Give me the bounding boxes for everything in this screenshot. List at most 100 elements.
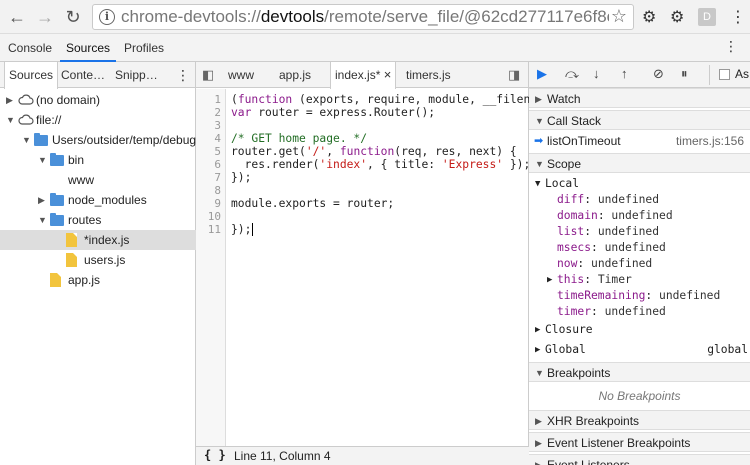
code-line-2: var router = express.Router(); bbox=[231, 106, 436, 119]
line-number[interactable]: 5 bbox=[214, 145, 221, 158]
scope-variable[interactable]: ▶ this: Timer bbox=[529, 272, 750, 288]
scope-section-header[interactable]: ▼ Scope bbox=[529, 153, 750, 173]
tree-item[interactable]: users.js bbox=[0, 250, 196, 270]
variable-value: undefined bbox=[604, 305, 666, 318]
reload-icon[interactable]: ↻ bbox=[62, 6, 84, 28]
pause-on-exceptions-icon[interactable]: ⏸ bbox=[681, 66, 688, 82]
async-checkbox[interactable] bbox=[719, 69, 730, 80]
resume-icon[interactable]: ▶︎ bbox=[537, 66, 547, 82]
scope-global[interactable]: ▶ Global global bbox=[529, 342, 750, 358]
scope-variable[interactable]: timer: undefined bbox=[529, 304, 750, 320]
line-number[interactable]: 3 bbox=[214, 119, 221, 132]
line-number[interactable]: 4 bbox=[214, 132, 221, 145]
breakpoints-section-header[interactable]: ▼ Breakpoints bbox=[529, 362, 750, 382]
editor-tab-timers-js[interactable]: timers.js bbox=[406, 62, 451, 88]
scope-local[interactable]: ▼ Local bbox=[529, 176, 750, 192]
variable-value: undefined bbox=[591, 257, 653, 270]
callstack-frame[interactable]: ➡ listOnTimeout timers.js:156 bbox=[529, 133, 750, 149]
tree-item-label: node_modules bbox=[68, 193, 147, 207]
toggle-debugger-icon[interactable]: ◨ bbox=[508, 62, 520, 88]
expanded-triangle-icon[interactable]: ▼ bbox=[38, 150, 47, 170]
line-gutter[interactable]: 1 2 3 4 5 6 7 8 9 10 11 bbox=[196, 89, 226, 446]
tree-item-label: (no domain) bbox=[36, 93, 101, 107]
tree-item[interactable]: ▼ routes bbox=[0, 210, 196, 230]
collapsed-triangle-icon[interactable]: ▶ bbox=[6, 90, 13, 110]
tree-item[interactable]: ▼ file:// bbox=[0, 110, 196, 130]
no-breakpoints-text: No Breakpoints bbox=[598, 389, 681, 403]
xhr-breakpoints-header[interactable]: ▶ XHR Breakpoints bbox=[529, 410, 750, 430]
toggle-navigator-icon[interactable]: ◧ bbox=[202, 62, 214, 88]
frame-name: listOnTimeout bbox=[547, 134, 621, 148]
event-listeners-header[interactable]: ▶ Event Listeners bbox=[529, 454, 750, 465]
tab-console[interactable]: Console bbox=[8, 34, 52, 62]
collapsed-triangle-icon[interactable]: ▶ bbox=[38, 190, 45, 210]
close-tab-icon[interactable]: × bbox=[384, 67, 392, 82]
info-icon[interactable]: i bbox=[99, 9, 115, 25]
frame-location[interactable]: timers.js:156 bbox=[676, 133, 744, 149]
nav-menu-icon[interactable]: ⋮ bbox=[176, 62, 190, 88]
tree-item[interactable]: ▼ Users/outsider/temp/debug bbox=[0, 130, 196, 150]
extension-gear-icon[interactable]: ⚙ bbox=[642, 7, 656, 27]
back-arrow-icon[interactable]: ← bbox=[6, 6, 28, 28]
collapsed-triangle-icon[interactable]: ▶ bbox=[547, 272, 552, 288]
pretty-print-button[interactable]: { } bbox=[204, 448, 226, 462]
tab-profiles[interactable]: Profiles bbox=[124, 34, 164, 62]
devtools-menu-icon[interactable]: ⋮ bbox=[724, 38, 738, 55]
code-area[interactable]: (function (exports, require, module, __f… bbox=[231, 89, 529, 446]
code-line-6: res.render('index', { title: 'Express' }… bbox=[231, 158, 529, 171]
event-listener-breakpoints-header[interactable]: ▶ Event Listener Breakpoints bbox=[529, 432, 750, 452]
nav-tab-content-scripts[interactable]: Conte… bbox=[61, 62, 105, 88]
url-text[interactable]: chrome-devtools://devtools/remote/serve_… bbox=[121, 7, 609, 27]
deactivate-breakpoints-icon[interactable]: ⊘ bbox=[653, 66, 664, 82]
tree-item-label: Users/outsider/temp/debug bbox=[52, 133, 197, 147]
expanded-triangle-icon[interactable]: ▼ bbox=[38, 210, 47, 230]
line-number[interactable]: 1 bbox=[214, 93, 221, 106]
tree-item[interactable]: app.js bbox=[0, 270, 196, 290]
editor-tabbar: ◧ www app.js index.js* × timers.js ◨ bbox=[196, 62, 528, 89]
extension-circle-icon[interactable]: ⚙ bbox=[670, 7, 684, 27]
tree-item[interactable]: www bbox=[0, 170, 196, 190]
cloud-icon bbox=[18, 114, 34, 125]
line-number[interactable]: 8 bbox=[214, 184, 221, 197]
nav-tab-snippets[interactable]: Snipp… bbox=[115, 62, 158, 88]
profile-avatar[interactable]: D bbox=[698, 8, 716, 26]
callstack-section-header[interactable]: ▼ Call Stack bbox=[529, 110, 750, 130]
line-number[interactable]: 7 bbox=[214, 171, 221, 184]
line-number[interactable]: 6 bbox=[214, 158, 221, 171]
line-number[interactable]: 11 bbox=[208, 223, 221, 236]
line-number[interactable]: 2 bbox=[214, 106, 221, 119]
watch-section-header[interactable]: ▶ Watch bbox=[529, 88, 750, 108]
forward-arrow-icon[interactable]: → bbox=[34, 6, 56, 28]
folder-icon bbox=[50, 193, 64, 206]
line-number[interactable]: 10 bbox=[208, 210, 221, 223]
scope-closure[interactable]: ▶ Closure bbox=[529, 322, 750, 338]
editor-tab-www[interactable]: www bbox=[228, 62, 254, 88]
tree-item[interactable]: ▶ node_modules bbox=[0, 190, 196, 210]
nav-tab-sources[interactable]: Sources bbox=[4, 62, 59, 89]
scope-variable[interactable]: timeRemaining: undefined bbox=[529, 288, 750, 304]
scope-variable[interactable]: diff: undefined bbox=[529, 192, 750, 208]
line-number[interactable]: 9 bbox=[214, 197, 221, 210]
scope-variable[interactable]: msecs: undefined bbox=[529, 240, 750, 256]
scope-variable[interactable]: domain: undefined bbox=[529, 208, 750, 224]
scope-variable[interactable]: list: undefined bbox=[529, 224, 750, 240]
tree-item[interactable]: ▶ (no domain) bbox=[0, 90, 196, 110]
editor-pane: ◧ www app.js index.js* × timers.js ◨ 123… bbox=[196, 62, 529, 465]
expanded-triangle-icon[interactable]: ▼ bbox=[22, 130, 31, 150]
expanded-triangle-icon: ▼ bbox=[535, 159, 544, 169]
js-file-icon bbox=[66, 233, 77, 247]
bookmark-star-icon[interactable]: ☆ bbox=[611, 6, 627, 27]
editor-tab-index-js[interactable]: index.js* × bbox=[330, 62, 397, 89]
step-into-icon[interactable]: ↓ bbox=[593, 66, 600, 81]
expanded-triangle-icon[interactable]: ▼ bbox=[6, 110, 15, 130]
tree-item[interactable]: *index.js bbox=[0, 230, 196, 250]
address-bar[interactable]: i chrome-devtools://devtools/remote/serv… bbox=[92, 4, 634, 30]
tree-item[interactable]: ▼ bin bbox=[0, 150, 196, 170]
cloud-icon bbox=[18, 94, 34, 105]
browser-menu-icon[interactable]: ⋮ bbox=[730, 7, 746, 27]
step-over-icon[interactable]: ⤼ bbox=[565, 66, 579, 82]
scope-variable[interactable]: now: undefined bbox=[529, 256, 750, 272]
step-out-icon[interactable]: ↑ bbox=[621, 66, 628, 81]
tab-sources[interactable]: Sources bbox=[60, 34, 117, 62]
editor-tab-app-js[interactable]: app.js bbox=[279, 62, 311, 88]
